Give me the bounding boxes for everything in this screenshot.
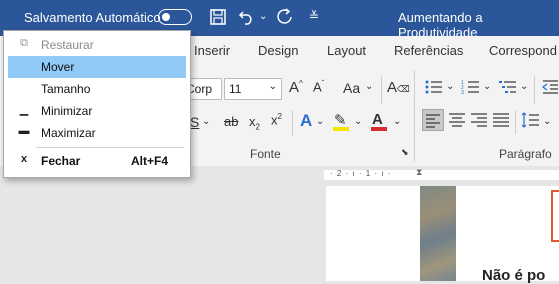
divider	[381, 76, 382, 104]
numbering-dropdown-icon[interactable]: ⌄	[483, 81, 491, 92]
align-left-button[interactable]	[422, 109, 444, 131]
menu-item-label: Fechar	[41, 154, 81, 168]
numbering-icon[interactable]: 123	[461, 78, 481, 99]
font-group-label: Fonte	[250, 147, 281, 161]
grow-font-icon[interactable]: A^	[289, 79, 303, 96]
menu-item-mover[interactable]: Mover	[8, 56, 186, 78]
svg-text:3: 3	[461, 90, 464, 96]
tab-referencias[interactable]: Referências	[394, 43, 463, 58]
indent-marker-icon[interactable]: ⧗	[416, 167, 422, 178]
maximize-icon: ▬	[18, 125, 30, 137]
change-case-icon[interactable]: Aa	[343, 80, 360, 96]
divider	[515, 110, 516, 134]
page-image	[420, 186, 456, 281]
align-right-icon[interactable]	[469, 110, 489, 133]
bullets-dropdown-icon[interactable]: ⌄	[446, 81, 454, 92]
paragraph-group-label: Parágrafo	[499, 147, 552, 161]
multilevel-list-icon[interactable]	[498, 78, 518, 99]
strikethrough-icon[interactable]: ab	[224, 114, 238, 129]
font-size-box[interactable]: 11 ⌄	[224, 78, 282, 100]
tab-inserir[interactable]: Inserir	[194, 43, 230, 58]
toggle-knob	[162, 12, 170, 21]
system-menu: ⧉ Restaurar Mover Tamanho ▁ Minimizar ▬ …	[3, 30, 191, 178]
strikethrough-s-icon[interactable]: S	[190, 114, 199, 130]
menu-item-tamanho[interactable]: Tamanho	[8, 78, 186, 100]
clear-formatting-icon[interactable]: A⌫	[387, 79, 410, 96]
undo-icon[interactable]	[238, 8, 256, 29]
multilevel-dropdown-icon[interactable]: ⌄	[520, 81, 528, 92]
subscript-icon[interactable]: x2	[249, 114, 260, 132]
menu-item-minimizar[interactable]: ▁ Minimizar	[8, 100, 186, 122]
font-size-value: 11	[229, 82, 242, 96]
superscript-icon[interactable]: x2	[271, 112, 282, 127]
text-effects-icon[interactable]: A	[300, 111, 312, 131]
divider	[534, 76, 535, 104]
undo-dropdown-icon[interactable]: ⌄	[259, 11, 267, 22]
font-dialog-launcher-icon[interactable]: ⬊	[401, 147, 409, 158]
line-spacing-dropdown-icon[interactable]: ⌄	[543, 116, 551, 127]
ruler-marks: · 2 · ı · 1 · ı ·	[330, 169, 392, 178]
bullets-icon[interactable]	[424, 78, 444, 99]
menu-item-label: Tamanho	[41, 82, 91, 96]
underline-dropdown-icon[interactable]: ⌄	[202, 116, 210, 127]
shrink-font-icon[interactable]: Aˇ	[313, 79, 324, 94]
autosave-label: Salvamento Automático	[24, 10, 161, 25]
highlight-dropdown-icon[interactable]: ⌄	[354, 116, 362, 127]
font-color-dropdown-icon[interactable]: ⌄	[393, 116, 401, 127]
divider	[292, 110, 293, 136]
text-effects-dropdown-icon[interactable]: ⌄	[316, 116, 324, 127]
align-center-icon[interactable]	[447, 110, 467, 133]
restore-icon: ⧉	[20, 37, 28, 49]
group-divider	[414, 70, 415, 162]
menu-item-label: Maximizar	[41, 126, 96, 140]
change-case-dropdown-icon[interactable]: ⌄	[365, 81, 373, 92]
orange-frame	[551, 190, 559, 242]
menu-item-fechar[interactable]: x Fechar Alt+F4	[8, 150, 186, 172]
horizontal-ruler: · 2 · ı · 1 · ı · ⧗	[324, 167, 559, 180]
customize-qat-icon[interactable]: ≚	[309, 9, 319, 23]
tab-correspondencias[interactable]: Correspond	[489, 43, 557, 58]
menu-separator	[36, 147, 184, 148]
chevron-down-icon[interactable]: ⌄	[269, 81, 277, 92]
decrease-indent-icon[interactable]	[541, 78, 559, 99]
font-color-bar	[371, 127, 387, 131]
minimize-icon: ▁	[19, 104, 29, 116]
line-spacing-icon[interactable]	[521, 110, 541, 133]
menu-item-label: Minimizar	[41, 104, 93, 118]
font-color-icon[interactable]: A	[372, 111, 383, 128]
menu-item-label: Restaurar	[41, 38, 94, 52]
menu-item-label: Mover	[41, 60, 75, 74]
save-icon[interactable]	[209, 8, 227, 29]
autosave-toggle[interactable]	[158, 9, 192, 25]
close-icon: x	[20, 153, 28, 165]
menu-item-restaurar[interactable]: ⧉ Restaurar	[8, 34, 186, 56]
highlight-color-bar	[333, 127, 349, 131]
redo-icon[interactable]	[276, 8, 294, 29]
tab-layout[interactable]: Layout	[327, 43, 366, 58]
tab-design[interactable]: Design	[258, 43, 298, 58]
document-text: Não é po	[482, 267, 546, 284]
menu-item-maximizar[interactable]: ▬ Maximizar	[8, 122, 186, 144]
menu-item-shortcut: Alt+F4	[130, 154, 168, 168]
justify-icon[interactable]	[491, 110, 511, 133]
